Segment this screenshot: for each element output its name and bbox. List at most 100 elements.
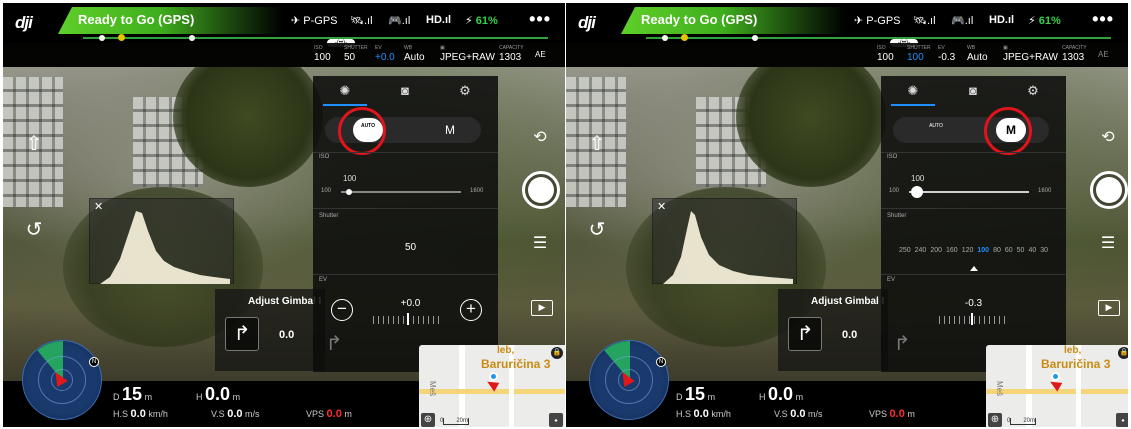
more-icon[interactable]: •••: [529, 9, 551, 30]
histogram[interactable]: ✕: [89, 198, 234, 284]
shutter-option-selected[interactable]: 100: [977, 247, 989, 254]
battery-percent: 61%: [1038, 15, 1061, 27]
gear-tab-icon[interactable]: ⚙: [435, 76, 495, 106]
flight-status-text[interactable]: Ready to Go (GPS): [78, 12, 194, 27]
shutter-option[interactable]: 50: [1017, 247, 1025, 254]
shutter-value[interactable]: 50: [313, 242, 498, 253]
shutter-option[interactable]: 30: [1040, 247, 1048, 254]
gimbal-title: Adjust Gimbal I: [248, 296, 322, 307]
aperture-tab-icon[interactable]: ✺: [883, 76, 943, 106]
param-value: -0.3: [938, 52, 956, 63]
playback-icon[interactable]: ▶: [531, 300, 553, 316]
vps-unit: m: [344, 409, 352, 419]
shutter-speed-picker[interactable]: 250 240 200 160 120 100 80 60 50 40 30: [881, 247, 1066, 254]
return-home-icon[interactable]: ↺: [21, 217, 47, 243]
zoom-icon[interactable]: ⊕: [988, 413, 1002, 427]
attitude-radar[interactable]: N: [589, 340, 670, 421]
remote-signal[interactable]: 🎮.ıl: [951, 14, 973, 27]
mode-auto-button[interactable]: AUTO: [921, 118, 951, 142]
shutter-option[interactable]: 40: [1028, 247, 1036, 254]
param-value: 1303: [499, 52, 522, 63]
map-street-side-label: Meš: [428, 381, 437, 397]
param-value: JPEG+RAW: [1003, 52, 1058, 63]
eraser-icon[interactable]: ⬩: [549, 413, 563, 427]
close-icon[interactable]: ✕: [657, 200, 666, 213]
divider: [313, 274, 498, 275]
vps-label: VPS: [306, 409, 325, 419]
signal-bars-icon: .ıl: [363, 15, 373, 27]
flight-mode[interactable]: ✈ P-GPS: [291, 14, 338, 27]
gear-tab-icon[interactable]: ⚙: [1003, 76, 1063, 106]
iso-slider-track[interactable]: [909, 191, 1029, 193]
battery-status[interactable]: ⚡ 61%: [465, 14, 498, 27]
divider: [881, 152, 1066, 153]
iso-slider-track[interactable]: [341, 191, 461, 193]
satellite-signal[interactable]: 🛰.ıl: [913, 14, 936, 27]
hd-signal[interactable]: HD.ıl: [989, 14, 1014, 26]
shutter-button[interactable]: [1090, 171, 1128, 209]
vps-readout: VPS 0.0 m: [306, 408, 352, 420]
mini-map[interactable]: leb, Baruričina 3 Meš 🔒 ⊕ 0 20m ⬩: [419, 345, 565, 427]
iso-section-label: ISO: [319, 154, 330, 160]
shutter-option[interactable]: 60: [1005, 247, 1013, 254]
playback-icon[interactable]: ▶: [1098, 300, 1120, 316]
lock-icon[interactable]: 🔒: [551, 347, 563, 359]
tree-foliage: [736, 47, 886, 187]
height-value: 0.0: [205, 384, 231, 404]
settings-sliders-icon[interactable]: ☰: [528, 232, 552, 256]
battery-progress-line: [83, 37, 548, 39]
battery-percent: 61%: [475, 15, 498, 27]
map-scale: 0 20m: [1007, 418, 1036, 425]
gimbal-icon[interactable]: ↱: [788, 317, 822, 351]
camera-tab-icon[interactable]: ◙: [943, 76, 1003, 106]
remote-signal[interactable]: 🎮.ıl: [388, 14, 410, 27]
more-icon[interactable]: •••: [1092, 9, 1114, 30]
ae-lock[interactable]: AE: [535, 49, 546, 61]
camera-params-strip[interactable]: ISO 100 SHUTTER 100 EV -0.3 WB Auto ▣ JPEG+RA…: [566, 43, 1128, 67]
attitude-radar[interactable]: N: [22, 340, 103, 421]
camera-switch-icon[interactable]: ⟲: [528, 126, 552, 150]
param-capacity: CAPACITY 1303: [1062, 45, 1087, 64]
settings-sliders-icon[interactable]: ☰: [1096, 232, 1120, 256]
takeoff-icon[interactable]: ⇧: [584, 131, 610, 157]
camera-tab-icon[interactable]: ◙: [375, 76, 435, 106]
camera-switch-icon[interactable]: ⟲: [1096, 126, 1120, 150]
return-home-icon[interactable]: ↺: [584, 217, 610, 243]
ev-plus-button[interactable]: +: [460, 299, 482, 321]
divider: [313, 152, 498, 153]
iso-slider-knob[interactable]: [911, 186, 923, 198]
ev-scale[interactable]: [939, 316, 1009, 324]
iso-slider-knob[interactable]: [346, 189, 352, 195]
height-value: 0.0: [768, 384, 794, 404]
distance-value: 15: [685, 384, 706, 404]
satellite-signal[interactable]: 🛰.ıl: [350, 14, 373, 27]
dji-logo[interactable]: dji: [578, 13, 596, 33]
gimbal-icon[interactable]: ↱: [225, 317, 259, 351]
shutter-option[interactable]: 200: [930, 247, 942, 254]
zoom-icon[interactable]: ⊕: [421, 413, 435, 427]
shutter-option[interactable]: 120: [962, 247, 974, 254]
shutter-option[interactable]: 80: [993, 247, 1001, 254]
flight-mode[interactable]: ✈ P-GPS: [854, 14, 901, 27]
shutter-option[interactable]: 240: [915, 247, 927, 254]
takeoff-icon[interactable]: ⇧: [21, 131, 47, 157]
progress-marker: [752, 35, 758, 41]
camera-params-strip[interactable]: ISO 100 SHUTTER 50 EV +0.0 WB Auto ▣ JPEG+RAW…: [3, 43, 565, 67]
eraser-icon[interactable]: ⬩: [1116, 413, 1128, 427]
hd-signal[interactable]: HD.ıl: [426, 14, 451, 26]
mode-manual-button[interactable]: M: [435, 118, 465, 142]
battery-status[interactable]: ⚡ 61%: [1028, 14, 1061, 27]
shutter-button[interactable]: [522, 171, 560, 209]
flight-mode-label: P-GPS: [303, 15, 338, 27]
ev-minus-button[interactable]: −: [331, 299, 353, 321]
shutter-option[interactable]: 250: [899, 247, 911, 254]
shutter-option[interactable]: 160: [946, 247, 958, 254]
close-icon[interactable]: ✕: [94, 200, 103, 213]
aperture-tab-icon[interactable]: ✺: [315, 76, 375, 106]
mini-map[interactable]: leb, Baruričina 3 Meš 🔒 ⊕ 0 20m ⬩: [986, 345, 1128, 427]
ae-lock[interactable]: AE: [1098, 49, 1109, 61]
dji-logo[interactable]: dji: [15, 13, 33, 33]
lock-icon[interactable]: 🔒: [1118, 347, 1128, 359]
flight-status-text[interactable]: Ready to Go (GPS): [641, 12, 757, 27]
histogram[interactable]: ✕: [652, 198, 797, 284]
